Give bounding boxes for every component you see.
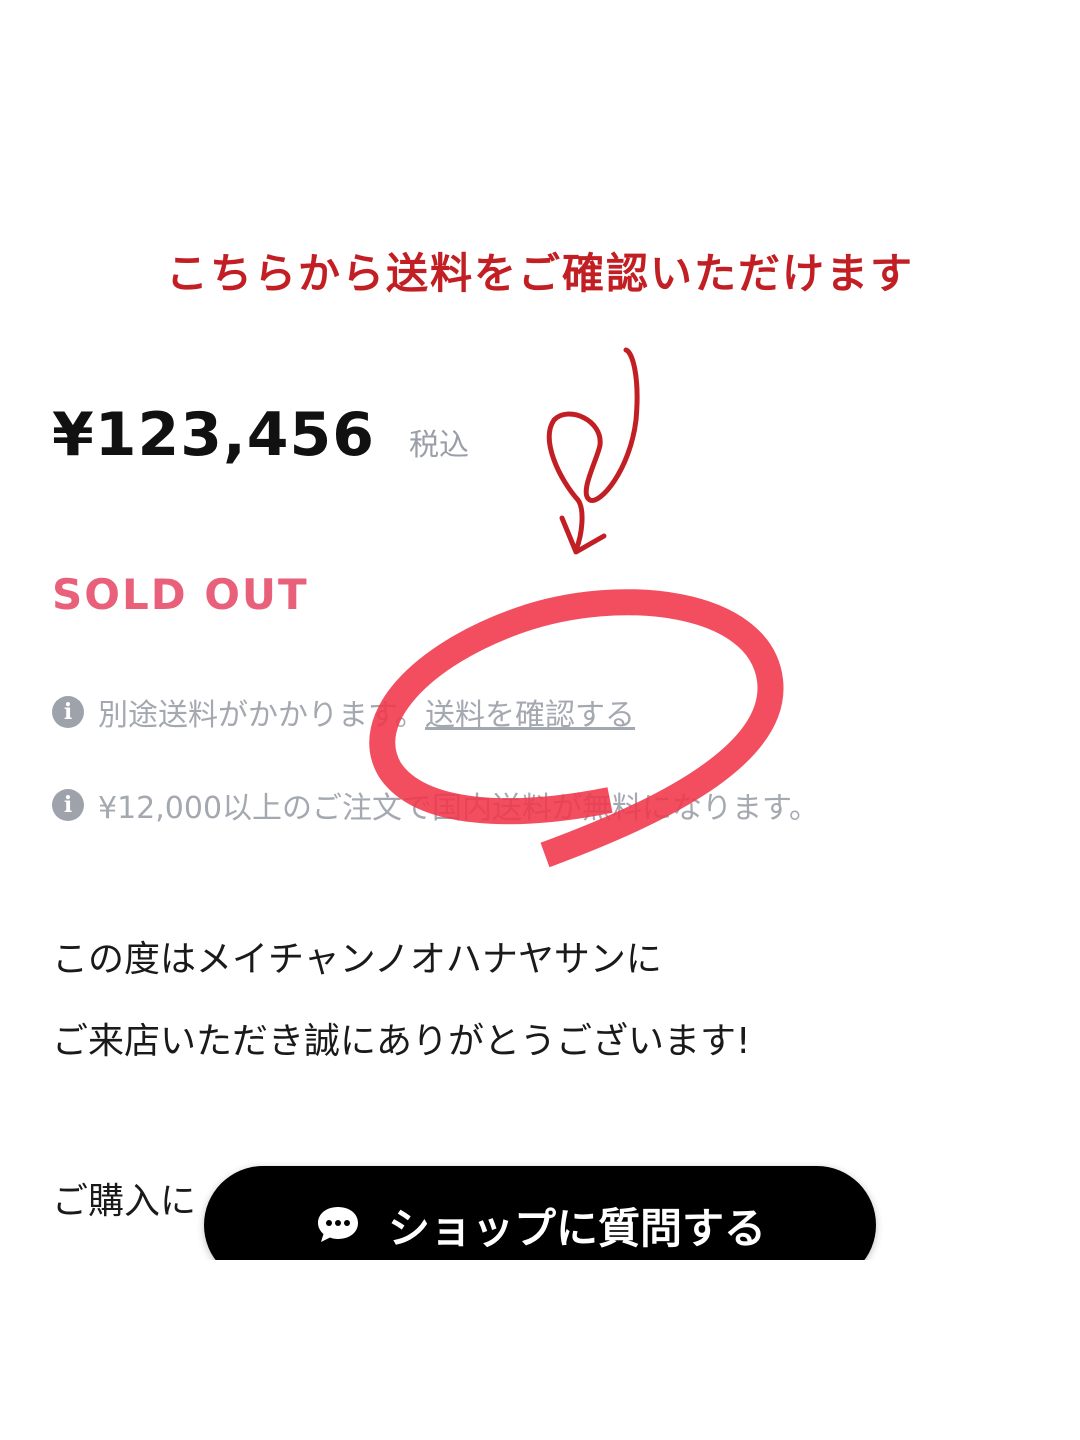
price-row: ¥123,456 税込 (52, 400, 469, 470)
info-icon: i (52, 789, 84, 821)
ask-shop-label: ショップに質問する (387, 1203, 766, 1253)
info-icon: i (52, 696, 84, 728)
free-shipping-row: i ¥12,000以上のご注文で国内送料が無料になります。 (52, 783, 819, 827)
check-shipping-link[interactable]: 送料を確認する (425, 690, 635, 734)
tax-label: 税込 (409, 428, 470, 463)
annotation-arrowhead (559, 515, 607, 555)
annotation-arrow (546, 347, 640, 553)
free-shipping-text: ¥12,000以上のご注文で国内送料が無料になります。 (98, 791, 820, 826)
sold-out-badge: SOLD OUT (52, 570, 309, 619)
product-page: こちらから送料をご確認いただけます ¥123,456 税込 SOLD OUT i… (0, 0, 1080, 1440)
product-price: ¥123,456 (52, 400, 376, 470)
shipping-note-row: i 別途送料がかかります。 送料を確認する (52, 690, 635, 734)
description-line-3: ご購入に (52, 1181, 197, 1222)
shipping-note-text: 別途送料がかかります。 (98, 698, 425, 733)
description-line-1: この度はメイチャンノオハナヤサンに (52, 939, 662, 980)
screenshot-crop-area (0, 1260, 1080, 1440)
description-line-2: ご来店いただき誠にありがとうございます! (52, 1021, 751, 1062)
chat-bubble-icon (317, 1207, 358, 1242)
annotation-title: こちらから送料をご確認いただけます (165, 249, 914, 298)
